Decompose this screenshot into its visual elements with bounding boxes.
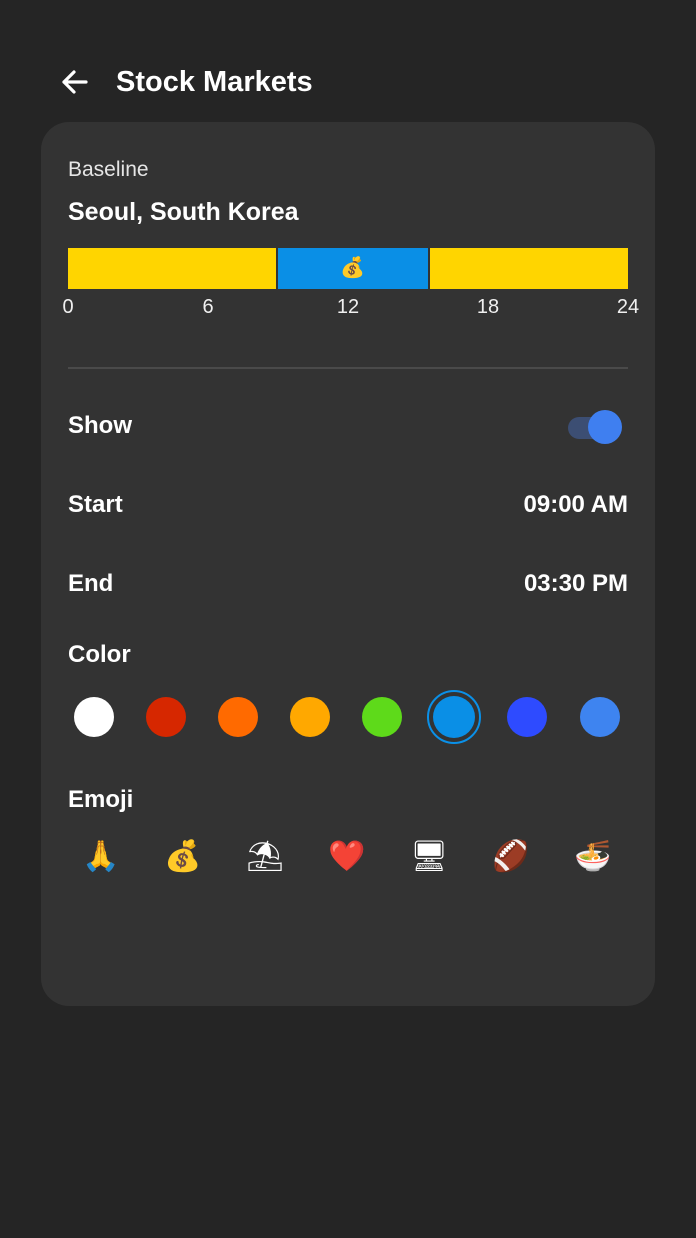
end-label: End	[68, 570, 114, 597]
emoji-noodle-bowl-icon[interactable]: 🍜	[568, 832, 618, 882]
timeline-tick-label: 18	[476, 296, 500, 318]
settings-card: Baseline Seoul, South Korea 💰 0 6 12 18 24 S…	[41, 122, 655, 1006]
color-swatch-amber[interactable]	[290, 697, 330, 737]
color-swatch-orange[interactable]	[218, 697, 258, 737]
color-swatch-sky-blue[interactable]	[427, 690, 481, 744]
location-name: Seoul, South Korea	[68, 198, 299, 226]
emoji-label: Emoji	[68, 786, 134, 813]
timeline-segment	[429, 248, 628, 289]
color-swatch-white[interactable]	[74, 697, 114, 737]
divider	[68, 367, 628, 369]
color-swatch-green[interactable]	[362, 697, 402, 737]
show-toggle[interactable]	[568, 409, 624, 445]
emoji-red-heart-icon[interactable]: ❤️	[322, 832, 372, 882]
color-swatch-light-blue[interactable]	[580, 697, 620, 737]
emoji-desktop-computer-icon[interactable]: 🖥	[404, 832, 454, 882]
show-label: Show	[68, 412, 132, 439]
start-time-value[interactable]: 09:00 AM	[524, 491, 628, 519]
back-button[interactable]	[56, 62, 96, 102]
page-title: Stock Markets	[116, 66, 313, 98]
timeline-tick-label: 12	[336, 296, 360, 318]
color-picker	[68, 690, 628, 744]
start-label: Start	[68, 491, 123, 518]
timeline-ticks: 0 6 12 18 24	[62, 296, 639, 322]
arrow-left-icon	[62, 70, 88, 94]
emoji-beach-umbrella-icon[interactable]: ⛱	[240, 832, 290, 882]
toggle-knob	[588, 410, 622, 444]
timeline-segment	[68, 248, 276, 289]
timeline-bar: 💰	[68, 248, 628, 289]
timeline-tick-label: 0	[62, 296, 74, 318]
emoji-picker: 🙏 💰 ⛱ ❤️ 🖥 🏈 🍜	[68, 832, 628, 882]
timeline-segment: 💰	[278, 248, 428, 289]
timeline-tick-label: 24	[616, 296, 640, 318]
color-swatch-red[interactable]	[146, 697, 186, 737]
color-label: Color	[68, 641, 131, 668]
color-swatch-blue[interactable]	[507, 697, 547, 737]
emoji-football-icon[interactable]: 🏈	[486, 832, 536, 882]
baseline-label: Baseline	[68, 158, 149, 181]
emoji-money-bag-icon[interactable]: 💰	[158, 832, 208, 882]
timeline-tick-label: 6	[202, 296, 214, 318]
end-time-value[interactable]: 03:30 PM	[524, 570, 628, 598]
money-bag-icon: 💰	[340, 257, 366, 279]
emoji-folded-hands-icon[interactable]: 🙏	[76, 832, 126, 882]
